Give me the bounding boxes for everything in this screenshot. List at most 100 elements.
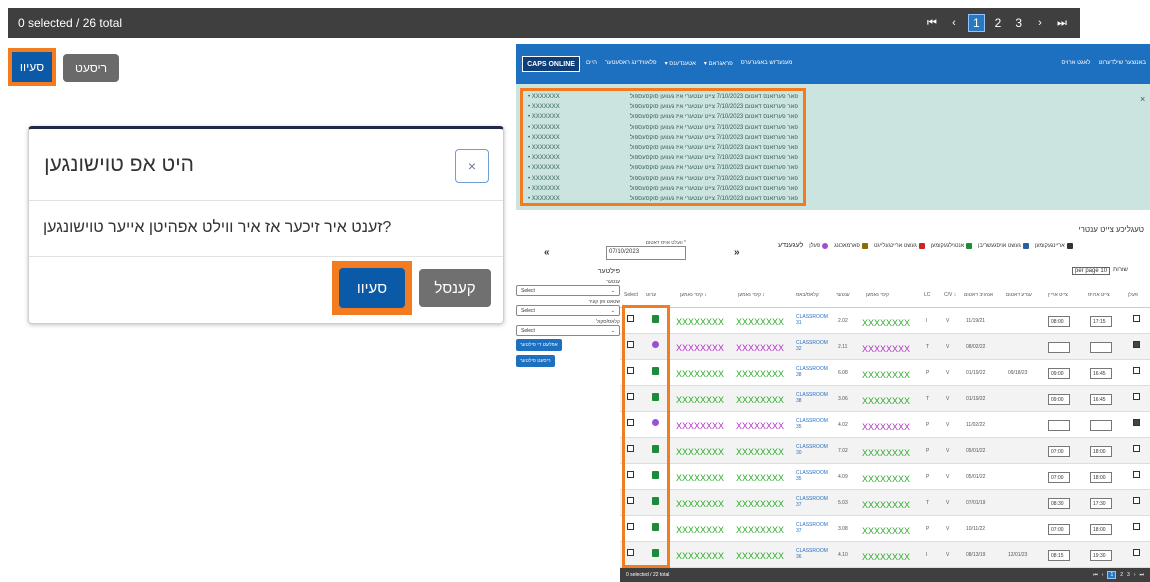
- prev-page-button[interactable]: ‹: [946, 17, 962, 29]
- dialog-body: ?זענט איר זיכער אז איר ווילט אפהיטן אייע…: [29, 201, 503, 257]
- table-row: XXXXXXXX XXXXXXXX CLASSROOM 37 5.03 XXXXXXXX…: [620, 490, 1150, 516]
- time-out-input[interactable]: 16:45: [1090, 394, 1112, 405]
- absent-checkbox[interactable]: [1133, 341, 1140, 348]
- header-time-out[interactable]: צייט ארויס: [1088, 292, 1110, 298]
- time-in-input[interactable]: 07:00: [1048, 446, 1070, 457]
- time-out-input[interactable]: 17:15: [1090, 316, 1112, 327]
- absent-checkbox[interactable]: [1133, 367, 1140, 374]
- last-page-button[interactable]: ⏭: [1054, 17, 1070, 30]
- absent-checkbox[interactable]: [1133, 315, 1140, 322]
- app-logo[interactable]: CAPS ONLINE: [522, 56, 580, 72]
- child-name: XXXXXXXX: [862, 422, 911, 432]
- absent-checkbox[interactable]: [1133, 549, 1140, 556]
- child-name: XXXXXXXX: [862, 448, 911, 458]
- nav-item-home[interactable]: היים: [586, 60, 597, 67]
- time-in-input[interactable]: 08:00: [1048, 316, 1070, 327]
- absent-checkbox[interactable]: [1133, 497, 1140, 504]
- header-first-name[interactable]: קינד נאמען ↕: [738, 292, 765, 298]
- time-out-input[interactable]: [1090, 420, 1112, 431]
- end-date: 12/01/23: [1008, 552, 1028, 558]
- dialog-save-button[interactable]: סעיוו: [339, 268, 405, 308]
- nav-item-attendance[interactable]: אטענדענס ▾: [665, 60, 696, 67]
- header-cv[interactable]: C/V ↕: [944, 292, 956, 298]
- close-icon[interactable]: ×: [455, 149, 489, 183]
- time-out-input[interactable]: 18:00: [1090, 524, 1112, 535]
- header-time-in[interactable]: צייט אריין: [1048, 292, 1068, 298]
- page-1-button[interactable]: 1: [967, 14, 985, 32]
- legend-label: אנטוילגעקומען: [930, 242, 965, 249]
- last-name: XXXXXXXX: [676, 343, 725, 353]
- alert-close-icon[interactable]: ×: [1140, 94, 1145, 104]
- filter-select-class[interactable]: Select ⌄: [516, 325, 620, 336]
- bottom-pager-button[interactable]: 2: [1120, 572, 1123, 578]
- bottom-pager-button[interactable]: ‹: [1102, 572, 1104, 578]
- date-input[interactable]: 07/10/2023: [606, 246, 686, 260]
- filter-select-enter[interactable]: Select ⌄: [516, 285, 620, 296]
- last-name: XXXXXXXX: [676, 525, 725, 535]
- absent-checkbox[interactable]: [1133, 393, 1140, 400]
- lc-value: T: [926, 500, 930, 506]
- absent-checkbox[interactable]: [1133, 523, 1140, 530]
- per-page-select[interactable]: 10 per page: [1072, 267, 1111, 275]
- user-menu[interactable]: באנוצער שילדערוט: [1099, 60, 1147, 66]
- header-enter[interactable]: ענטער: [836, 292, 850, 298]
- bottom-pager-button[interactable]: 3: [1127, 572, 1130, 578]
- filter-select-state[interactable]: Select ⌄: [516, 305, 620, 316]
- time-in-input[interactable]: [1048, 420, 1070, 431]
- nav-item-roster[interactable]: פלאווידינג ראסעטער: [605, 60, 657, 67]
- last-name: XXXXXXXX: [676, 447, 725, 457]
- time-in-input[interactable]: 07:00: [1048, 472, 1070, 483]
- time-out-input[interactable]: 16:45: [1090, 368, 1112, 379]
- time-out-input[interactable]: 19:30: [1090, 550, 1112, 561]
- time-in-input[interactable]: 07:00: [1048, 524, 1070, 535]
- time-in-input[interactable]: 09:00: [1048, 394, 1070, 405]
- prev-day-button[interactable]: «: [544, 247, 550, 258]
- save-button[interactable]: סעיוו: [12, 52, 52, 82]
- nav-item-programs[interactable]: פראגראם ▾: [704, 60, 733, 67]
- absent-checkbox[interactable]: [1133, 445, 1140, 452]
- first-page-button[interactable]: ⏮: [924, 17, 940, 30]
- child-name: XXXXXXXX: [862, 526, 911, 536]
- nav-item-manage[interactable]: מענעדזש באגערערס: [741, 60, 793, 67]
- bottom-pager-button[interactable]: ⏮: [1093, 572, 1098, 578]
- logout-link[interactable]: לאגט ארויס: [1062, 60, 1091, 66]
- last-name: XXXXXXXX: [676, 551, 725, 561]
- last-name: XXXXXXXX: [676, 317, 725, 327]
- absent-checkbox[interactable]: [1133, 419, 1140, 426]
- bottom-pager-button[interactable]: ⏭: [1139, 572, 1144, 578]
- header-start[interactable]: אנהויב דאטום: [964, 292, 993, 298]
- last-name: XXXXXXXX: [676, 473, 725, 483]
- next-day-button[interactable]: »: [734, 247, 740, 258]
- time-in-input[interactable]: [1048, 342, 1070, 353]
- reset-button[interactable]: ריסעט: [63, 54, 119, 82]
- time-out-input[interactable]: 18:00: [1090, 446, 1112, 457]
- header-absent[interactable]: פעלן: [1128, 292, 1138, 298]
- header-class[interactable]: קלאס/באס: [796, 292, 819, 298]
- absent-checkbox[interactable]: [1133, 471, 1140, 478]
- alert-line-name: • XXXXXXX: [528, 165, 560, 172]
- header-end[interactable]: ענדע דאטום: [1006, 292, 1032, 298]
- bottom-pager-button[interactable]: 1: [1107, 571, 1117, 579]
- time-in-input[interactable]: 08:15: [1048, 550, 1070, 561]
- time-out-input[interactable]: 18:00: [1090, 472, 1112, 483]
- header-child[interactable]: קינד נאמען: [866, 292, 889, 298]
- bottom-pager-button[interactable]: ›: [1134, 572, 1136, 578]
- header-last-name[interactable]: קינד נאמען ↕: [680, 292, 707, 298]
- time-in-input[interactable]: 08:30: [1048, 498, 1070, 509]
- dialog-cancel-button[interactable]: קענסל: [419, 269, 491, 307]
- filter-select-value: Select: [521, 328, 535, 334]
- apply-filters-button[interactable]: אפּלעט די פילטער: [516, 339, 562, 351]
- reset-filters-button[interactable]: ריסעט פילטער: [516, 355, 555, 367]
- lc-value: T: [926, 344, 930, 350]
- next-page-button[interactable]: ›: [1032, 17, 1048, 29]
- page-2-button[interactable]: 2: [991, 15, 1006, 31]
- time-in-input[interactable]: 09:00: [1048, 368, 1070, 379]
- header-lc[interactable]: LC: [924, 292, 930, 298]
- page-3-button[interactable]: 3: [1011, 15, 1026, 31]
- time-out-input[interactable]: 17:30: [1090, 498, 1112, 509]
- start-date: 01/19/22: [966, 396, 986, 402]
- header-status[interactable]: ערוט: [646, 292, 656, 298]
- alert-line-name: • XXXXXXX: [528, 144, 560, 151]
- time-out-input[interactable]: [1090, 342, 1112, 353]
- header-select[interactable]: Select: [624, 292, 638, 298]
